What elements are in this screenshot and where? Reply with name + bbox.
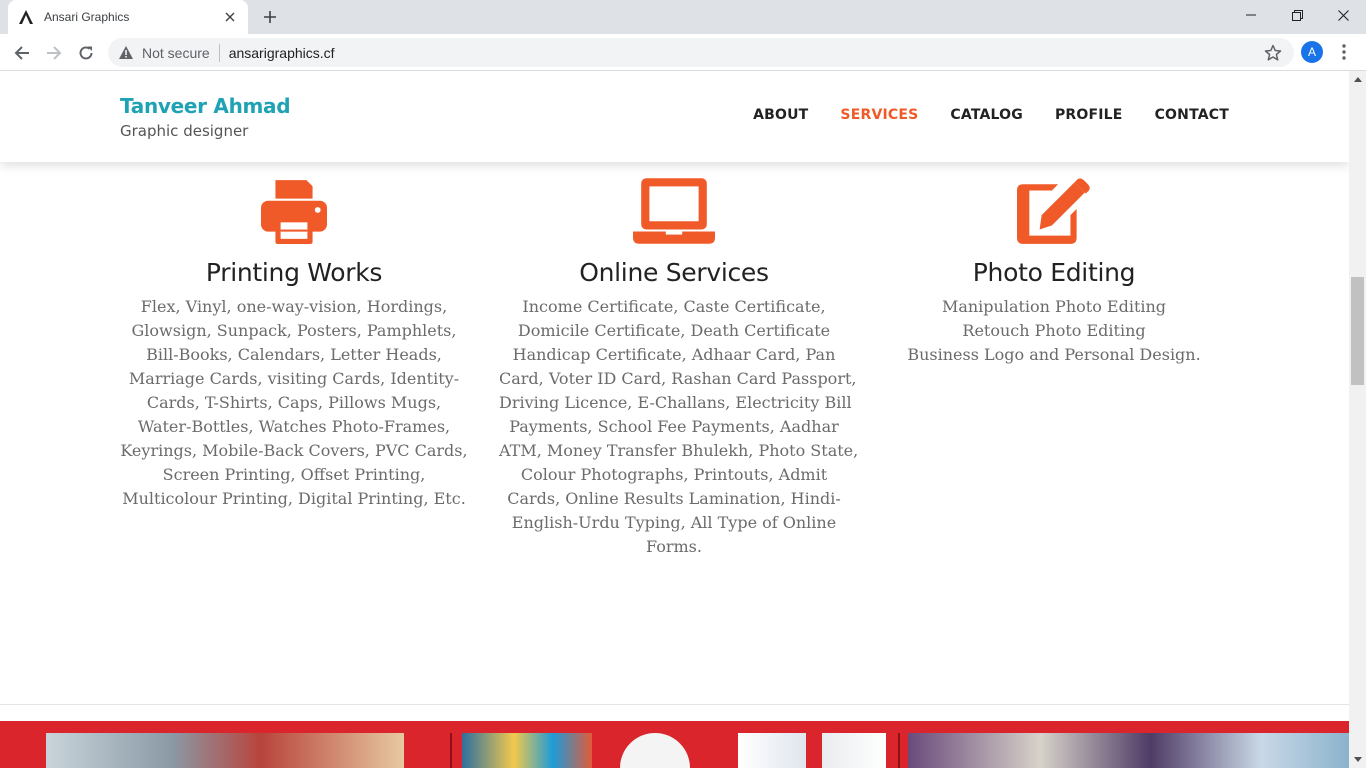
description-line: Income Certificate, Caste Certificate, xyxy=(522,297,826,316)
description-line: Payments, School Fee Payments, Aadhar xyxy=(509,417,839,436)
description-line: Cards, Online Results Lamination, Hindi- xyxy=(507,489,841,508)
description-line: Screen Printing, Offset Printing, xyxy=(162,465,426,484)
service-title: Online Services xyxy=(579,258,769,287)
description-line: Glowsign, Sunpack, Posters, Pamphlets, xyxy=(131,321,457,340)
tab-title: Ansari Graphics xyxy=(44,10,130,24)
edit-icon xyxy=(879,176,1229,246)
description-line: Handicap Certificate, Adhaar Card, Pan xyxy=(512,345,836,364)
printer-icon xyxy=(119,176,469,246)
security-label: Not secure xyxy=(142,44,210,61)
description-line: Forms. xyxy=(646,537,702,556)
site-title[interactable]: Tanveer Ahmad xyxy=(120,94,291,118)
description-line: Card, Voter ID Card, Rashan Card Passpor… xyxy=(499,369,857,388)
minimize-icon[interactable] xyxy=(1228,0,1274,30)
page-viewport: Tanveer Ahmad Graphic designer ABOUT SER… xyxy=(0,71,1349,768)
service-photo-editing: Photo Editing Manipulation Photo Editing… xyxy=(879,176,1229,367)
new-tab-icon[interactable] xyxy=(259,6,281,28)
nav-contact[interactable]: CONTACT xyxy=(1155,107,1229,123)
nav-about[interactable]: ABOUT xyxy=(753,107,808,123)
site-header: Tanveer Ahmad Graphic designer ABOUT SER… xyxy=(0,71,1349,162)
laptop-icon xyxy=(499,176,849,246)
description-line: Multicolour Printing, Digital Printing, … xyxy=(122,489,466,508)
description-line: English-Urdu Typing, All Type of Online xyxy=(511,513,837,532)
scroll-down-arrow-icon[interactable] xyxy=(1349,751,1366,768)
back-arrow-icon[interactable] xyxy=(9,40,35,66)
service-printing-works: Printing Works Flex, Vinyl, one-way-visi… xyxy=(119,176,469,511)
service-title: Photo Editing xyxy=(972,258,1136,287)
description-line: Bill-Books, Calendars, Letter Heads, xyxy=(146,345,442,364)
banner-separator xyxy=(450,733,452,768)
banner-photo-bottle xyxy=(822,733,886,768)
tab-strip: Ansari Graphics xyxy=(0,0,1366,34)
scrollbar-thumb[interactable] xyxy=(1351,277,1364,385)
product-banner xyxy=(0,721,1349,768)
description-line: Marriage Cards, visiting Cards, Identity… xyxy=(128,369,460,388)
restore-icon[interactable] xyxy=(1274,0,1320,30)
banner-photo-tshirt xyxy=(620,733,690,768)
description-line: Retouch Photo Editing xyxy=(962,321,1146,340)
banner-photo-printing xyxy=(46,733,404,768)
browser-tab[interactable]: Ansari Graphics xyxy=(8,0,248,34)
description-line: Driving Licence, E-Challans, Electricity… xyxy=(499,393,852,412)
page-scrollbar[interactable] xyxy=(1349,71,1366,768)
description-line: Manipulation Photo Editing xyxy=(941,297,1167,316)
service-title: Printing Works xyxy=(205,258,383,287)
warning-icon xyxy=(119,46,133,59)
nav-services[interactable]: SERVICES xyxy=(840,107,918,123)
section-divider xyxy=(0,704,1349,705)
service-description: Manipulation Photo Editing Retouch Photo… xyxy=(879,295,1229,367)
security-indicator[interactable]: Not secure xyxy=(118,45,210,61)
profile-avatar[interactable]: A xyxy=(1301,41,1323,63)
bookmark-star-icon[interactable] xyxy=(1264,44,1282,62)
description-line: Flex, Vinyl, one-way-vision, Hordings, xyxy=(140,297,448,316)
window-close-icon[interactable] xyxy=(1320,0,1366,30)
site-favicon-icon xyxy=(18,9,34,25)
reload-icon[interactable] xyxy=(73,40,99,66)
description-line: ATM, Money Transfer Bhulekh, Photo State… xyxy=(499,441,859,460)
banner-photo-covers xyxy=(462,733,592,768)
browser-toolbar: Not secure ansarigraphics.cf A xyxy=(0,34,1366,71)
description-line: Water-Bottles, Watches Photo-Frames, xyxy=(137,417,451,436)
forward-arrow-icon[interactable] xyxy=(41,40,67,66)
url-text[interactable]: ansarigraphics.cf xyxy=(229,45,335,61)
scroll-up-arrow-icon[interactable] xyxy=(1349,71,1366,88)
description-line: Keyrings, Mobile-Back Covers, PVC Cards, xyxy=(120,441,468,460)
omnibox-separator xyxy=(218,43,220,62)
nav-catalog[interactable]: CATALOG xyxy=(950,107,1023,123)
description-line: Cards, T-Shirts, Caps, Pillows Mugs, xyxy=(146,393,442,412)
nav-profile[interactable]: PROFILE xyxy=(1055,107,1123,123)
service-description: Flex, Vinyl, one-way-vision, Hordings, G… xyxy=(119,295,469,511)
banner-photo-shop xyxy=(908,733,1349,768)
tab-close-icon[interactable] xyxy=(222,9,238,25)
address-bar[interactable]: Not secure ansarigraphics.cf xyxy=(108,38,1294,67)
service-description: Income Certificate, Caste Certificate, D… xyxy=(499,295,859,559)
description-line: Colour Photographs, Printouts, Admit xyxy=(520,465,828,484)
banner-separator xyxy=(898,733,900,768)
description-line: Business Logo and Personal Design. xyxy=(907,345,1201,364)
banner-photo-idcards xyxy=(738,733,806,768)
main-nav: ABOUT SERVICES CATALOG PROFILE CONTACT xyxy=(753,107,1229,123)
site-tagline: Graphic designer xyxy=(120,122,249,140)
menu-kebab-icon[interactable] xyxy=(1334,42,1354,62)
service-online-services: Online Services Income Certificate, Cast… xyxy=(499,176,859,559)
description-line: Domicile Certificate, Death Certificate xyxy=(517,321,831,340)
